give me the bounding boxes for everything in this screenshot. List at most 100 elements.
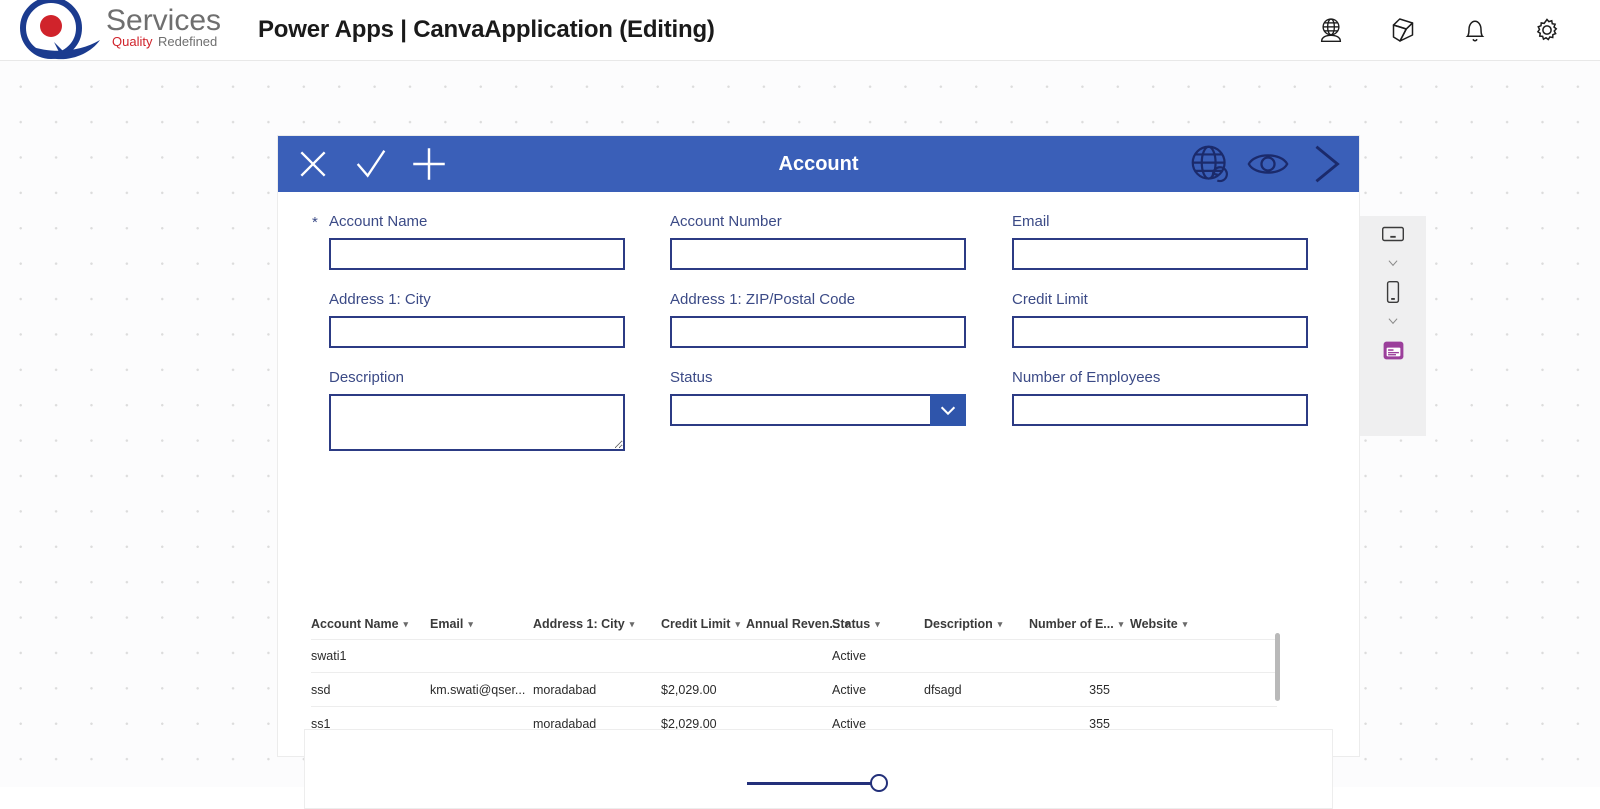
field-label: * Account Name — [312, 213, 428, 231]
table-header-row: Account Name ▾ Email ▾ Address 1: City ▾ Credi… — [311, 609, 1277, 639]
field-account-number: Account Number — [670, 213, 966, 270]
topbar-icon-group — [1314, 13, 1600, 47]
required-indicator: * — [312, 214, 318, 231]
column-header[interactable]: Annual Reven... ▾ — [746, 617, 849, 631]
column-header-label: Annual Reven... — [746, 617, 840, 631]
field-description: Description — [329, 369, 625, 456]
sort-chevron-down-icon[interactable]: ▾ — [630, 619, 635, 629]
table-scrollbar[interactable] — [1275, 633, 1280, 701]
new-record-plus-icon[interactable] — [400, 136, 458, 192]
design-canvas: Account * Account Name Account Number Em… — [0, 61, 1600, 809]
sort-chevron-down-icon[interactable]: ▾ — [1183, 619, 1188, 629]
table-cell-email: km.swati@qser... — [430, 682, 526, 697]
field-label: Email — [1012, 213, 1050, 230]
column-header-label: Number of E... — [1029, 617, 1114, 631]
slider-track — [747, 782, 880, 785]
address-city-input[interactable] — [329, 316, 625, 348]
tablet-expand-caret[interactable] — [1360, 252, 1426, 274]
description-input[interactable] — [329, 394, 625, 451]
svg-text:Redefined: Redefined — [158, 34, 217, 49]
column-header-label: Credit Limit — [661, 617, 731, 631]
table-cell-city: moradabad — [533, 682, 597, 697]
column-header-label: Address 1: City — [533, 617, 625, 631]
svg-text:Quality: Quality — [112, 34, 153, 49]
next-chevron-icon[interactable] — [1297, 136, 1355, 192]
command-bar-left-group — [278, 136, 458, 192]
field-status: Status — [670, 369, 966, 426]
preview-eye-icon[interactable] — [1239, 136, 1297, 192]
column-header-label: Status — [832, 617, 871, 631]
command-bar-right-group — [1181, 136, 1355, 192]
field-label: Number of Employees — [1012, 369, 1161, 386]
column-header[interactable]: Account Name ▾ — [311, 617, 430, 631]
field-label: Credit Limit — [1012, 291, 1088, 308]
table-cell-status: Active — [832, 682, 867, 697]
field-label: Address 1: ZIP/Postal Code — [670, 291, 856, 308]
number-of-employees-input[interactable] — [1012, 394, 1308, 426]
table-cell-account-name: swati1 — [311, 649, 347, 663]
sort-chevron-down-icon[interactable]: ▾ — [1119, 619, 1124, 629]
submit-check-icon[interactable] — [342, 136, 400, 192]
column-header-label: Email — [430, 617, 464, 631]
credit-limit-input[interactable] — [1012, 316, 1308, 348]
company-logo-icon: Services Quality Redefined — [20, 0, 221, 59]
chevron-down-icon[interactable] — [930, 394, 966, 426]
address-zip-input[interactable] — [670, 316, 966, 348]
svg-text:Services: Services — [106, 4, 221, 37]
field-account-name: * Account Name — [312, 213, 625, 270]
column-header[interactable]: Address 1: City ▾ — [533, 617, 661, 631]
column-header[interactable]: Number of E... ▾ — [1029, 617, 1130, 631]
status-dropdown[interactable] — [670, 394, 966, 426]
column-header[interactable]: Status ▾ — [832, 617, 924, 631]
table-cell-description: dfsagd — [924, 682, 962, 697]
form-card-icon[interactable] — [1360, 332, 1426, 368]
table-cell-credit-limit: $2,029.00 — [661, 682, 717, 697]
field-label: Address 1: City — [329, 291, 431, 308]
cancel-icon[interactable] — [284, 136, 342, 192]
sort-chevron-down-icon[interactable]: ▾ — [404, 619, 409, 629]
layout-side-panel — [1360, 216, 1426, 436]
form-command-bar: Account — [278, 136, 1359, 192]
table-cell-status: Active — [832, 649, 867, 663]
power-apps-logo-icon[interactable] — [1386, 13, 1420, 47]
column-header-label: Account Name — [311, 617, 399, 631]
email-input[interactable] — [1012, 238, 1308, 270]
sort-chevron-down-icon[interactable]: ▾ — [875, 619, 880, 629]
column-header-label: Website — [1130, 617, 1178, 631]
status-value[interactable] — [670, 394, 966, 426]
notifications-bell-icon[interactable] — [1458, 13, 1492, 47]
environment-globe-icon[interactable] — [1314, 13, 1348, 47]
column-header[interactable]: Credit Limit ▾ — [661, 617, 746, 631]
column-header[interactable]: Email ▾ — [430, 617, 533, 631]
top-app-bar: Services Quality Redefined Power Apps | … — [0, 0, 1600, 61]
sort-chevron-down-icon[interactable]: ▾ — [998, 619, 1003, 629]
field-label: Account Number — [670, 213, 782, 230]
phone-layout-icon[interactable] — [1360, 274, 1426, 310]
table-cell-employees: 355 — [1089, 682, 1110, 697]
field-label: Status — [670, 369, 713, 386]
company-logo[interactable]: Services Quality Redefined — [0, 0, 232, 61]
field-credit-limit: Credit Limit — [1012, 291, 1308, 348]
account-number-input[interactable] — [670, 238, 966, 270]
field-email: Email — [1012, 213, 1308, 270]
slider-thumb[interactable] — [869, 774, 888, 792]
refresh-globe-icon[interactable] — [1181, 136, 1239, 192]
table-row[interactable]: swati1 Active — [311, 639, 1277, 673]
column-header-label: Description — [924, 617, 993, 631]
field-number-of-employees: Number of Employees — [1012, 369, 1308, 426]
slider-container — [304, 729, 1333, 809]
tablet-layout-icon[interactable] — [1360, 216, 1426, 252]
phone-expand-caret[interactable] — [1360, 310, 1426, 332]
sort-chevron-down-icon[interactable]: ▾ — [468, 619, 473, 629]
value-slider[interactable] — [747, 773, 907, 793]
field-label: Description — [329, 369, 405, 386]
table-row[interactable]: ssd km.swati@qser... moradabad $2,029.00 Act… — [311, 673, 1277, 707]
page-title: Power Apps | CanvaApplication (Editing) — [258, 16, 715, 43]
sort-chevron-down-icon[interactable]: ▾ — [735, 619, 740, 629]
settings-gear-icon[interactable] — [1530, 13, 1564, 47]
field-address-zip: Address 1: ZIP/Postal Code — [670, 291, 966, 348]
column-header[interactable]: Description ▾ — [924, 617, 1029, 631]
field-address-city: Address 1: City — [329, 291, 625, 348]
account-name-input[interactable] — [329, 238, 625, 270]
column-header[interactable]: Website ▾ — [1130, 617, 1230, 631]
